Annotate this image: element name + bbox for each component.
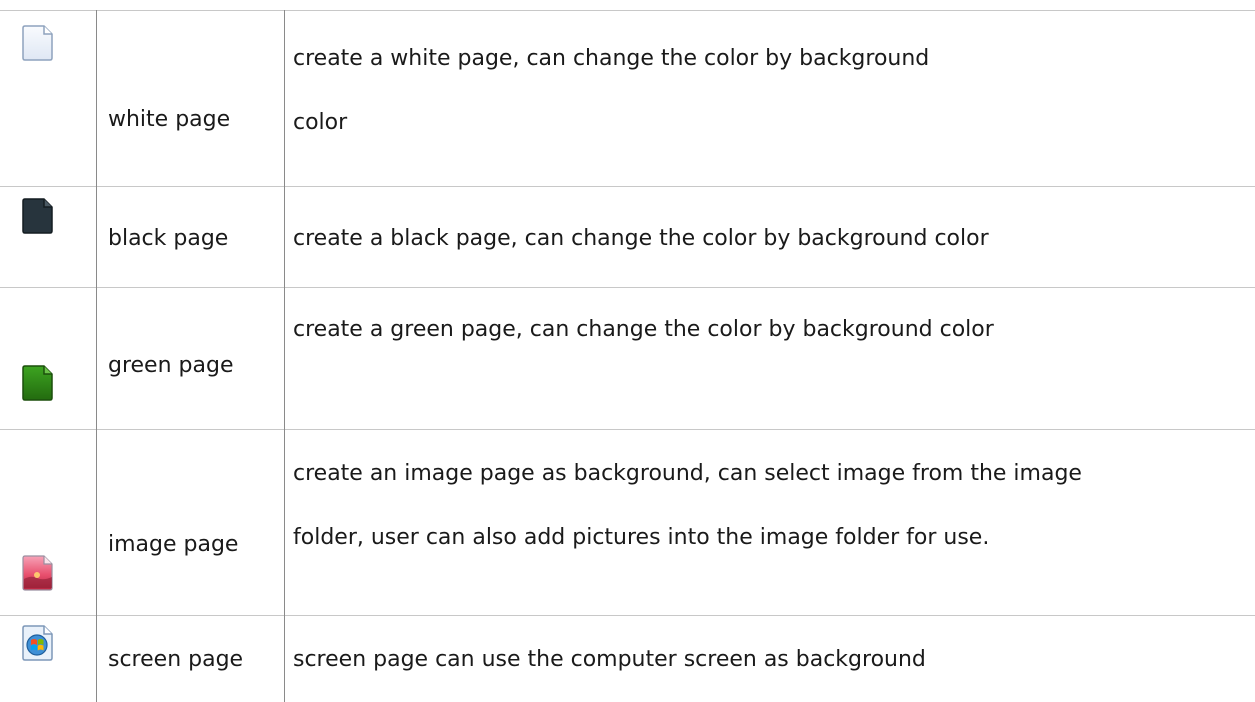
row-description: create a black page, can change the colo… xyxy=(293,224,1233,254)
row-name: white page xyxy=(108,107,231,132)
table-row-image-page: image page create an image page as backg… xyxy=(0,429,1255,615)
table-row-white-page: white page create a white page, can chan… xyxy=(0,10,1255,186)
row-name: green page xyxy=(108,353,234,378)
row-description: create a green page, can change the colo… xyxy=(293,315,1233,345)
description-line: create an image page as background, can … xyxy=(293,461,1082,486)
description-line: screen page can use the computer screen … xyxy=(293,647,926,672)
black-page-icon xyxy=(22,198,53,234)
row-name: black page xyxy=(108,226,229,251)
row-description: screen page can use the computer screen … xyxy=(293,645,1233,675)
image-page-icon xyxy=(22,555,53,591)
row-name: screen page xyxy=(108,647,244,672)
description-line: create a black page, can change the colo… xyxy=(293,226,989,251)
white-page-icon xyxy=(22,25,53,61)
row-description: create an image page as background, can … xyxy=(293,459,1233,553)
description-line: color xyxy=(293,110,348,135)
description-line: create a green page, can change the colo… xyxy=(293,317,994,342)
description-line: folder, user can also add pictures into … xyxy=(293,525,990,550)
screen-page-icon xyxy=(22,625,53,661)
row-name: image page xyxy=(108,532,239,557)
row-description: create a white page, can change the colo… xyxy=(293,44,1233,138)
description-line: create a white page, can change the colo… xyxy=(293,46,930,71)
feature-table: white page create a white page, can chan… xyxy=(0,0,1255,702)
table-row-black-page: black page create a black page, can chan… xyxy=(0,186,1255,287)
table-row-screen-page: screen page screen page can use the comp… xyxy=(0,615,1255,702)
table-row-green-page: green page create a green page, can chan… xyxy=(0,287,1255,429)
green-page-icon xyxy=(22,365,53,401)
